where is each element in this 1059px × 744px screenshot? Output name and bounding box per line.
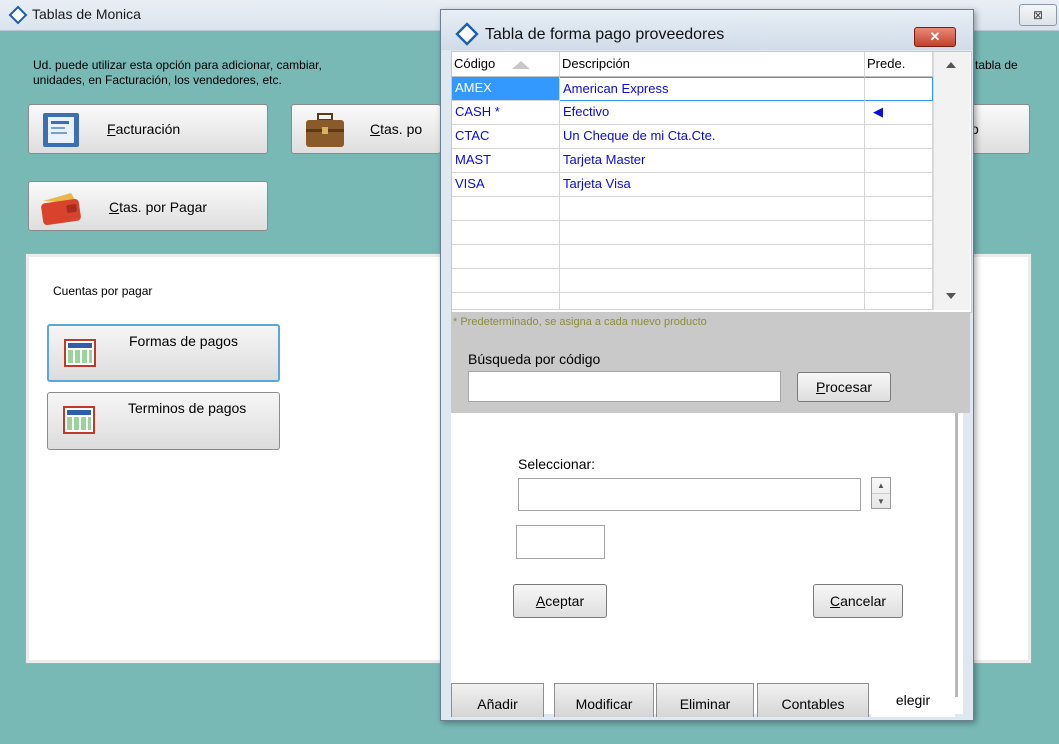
- description-line-1-right: tabla de: [975, 58, 1018, 72]
- grid-rows: AMEX American Express CASH * Efectivo ◀ …: [452, 77, 933, 310]
- cell-codigo: CASH *: [452, 101, 560, 125]
- empty-row: [452, 197, 933, 221]
- dialog-title-bar: Tabla de forma pago proveedores ✕: [441, 10, 973, 50]
- cell-descripcion: Tarjeta Visa: [560, 173, 865, 197]
- main-close-button[interactable]: ⊠: [1019, 4, 1057, 26]
- table-row[interactable]: AMEX American Express: [452, 77, 933, 101]
- empty-row: [452, 269, 933, 293]
- grid-table-icon: [63, 406, 95, 434]
- tab-anadir[interactable]: Añadir: [451, 683, 544, 717]
- description-line-1: Ud. puede utilizar esta opción para adic…: [33, 58, 322, 72]
- cell-descripcion: Tarjeta Master: [560, 149, 865, 173]
- ctas-por-pagar-button[interactable]: Ctas. por Pagar: [28, 181, 268, 231]
- scroll-down-icon[interactable]: [946, 293, 956, 299]
- row-pointer-icon: ◀: [865, 101, 933, 125]
- tab-elegir[interactable]: elegir: [871, 683, 955, 717]
- cell-descripcion: Un Cheque de mi Cta.Cte.: [560, 125, 865, 149]
- cell-prede: [865, 125, 933, 149]
- description-line-2: unidades, en Facturación, los vendedores…: [33, 73, 282, 87]
- invoice-icon: [43, 113, 79, 147]
- ctas-por-pagar-label: Ctas. por Pagar: [109, 199, 208, 215]
- panel-title: Cuentas por pagar: [53, 284, 153, 298]
- search-label: Búsqueda por código: [468, 351, 601, 367]
- terminos-de-pagos-button[interactable]: Terminos de pagos: [47, 392, 280, 450]
- payment-methods-grid[interactable]: Código Descripción Prede. AMEX American …: [451, 51, 972, 313]
- predeterminado-footnote: * Predeterminado, se asigna a cada nuevo…: [453, 316, 707, 328]
- search-code-input[interactable]: [468, 371, 781, 402]
- dialog-client-area: Código Descripción Prede. AMEX American …: [451, 51, 972, 717]
- terminos-de-pagos-label: Terminos de pagos: [128, 400, 247, 416]
- briefcase-icon: [306, 113, 344, 147]
- seleccionar-spinner[interactable]: ▲ ▼: [871, 477, 891, 509]
- main-window-title: Tablas de Monica: [32, 6, 141, 22]
- dialog-title: Tabla de forma pago proveedores: [485, 26, 725, 43]
- spin-up-icon[interactable]: ▲: [872, 478, 890, 494]
- diamond-window-icon: [8, 5, 28, 25]
- table-row[interactable]: MAST Tarjeta Master: [452, 149, 933, 173]
- formas-de-pagos-label: Formas de pagos: [129, 333, 238, 349]
- cell-codigo: AMEX: [452, 77, 560, 101]
- dialog-tabs: Añadir Modificar Eliminar Contables eleg…: [451, 683, 963, 717]
- table-row[interactable]: CTAC Un Cheque de mi Cta.Cte.: [452, 125, 933, 149]
- ctas-por-cobrar-button[interactable]: Ctas. po: [291, 104, 441, 154]
- cell-codigo: CTAC: [452, 125, 560, 149]
- column-header-codigo-label: Código: [454, 56, 496, 71]
- scroll-up-icon[interactable]: [946, 62, 956, 68]
- grid-vertical-scrollbar[interactable]: [933, 52, 970, 310]
- table-row[interactable]: VISA Tarjeta Visa: [452, 173, 933, 197]
- diamond-window-icon: [455, 22, 479, 46]
- cell-prede: [865, 77, 933, 101]
- tab-eliminar[interactable]: Eliminar: [656, 683, 754, 717]
- aceptar-button[interactable]: Aceptar: [513, 584, 607, 618]
- seleccionar-input[interactable]: [518, 478, 861, 511]
- wallet-icon: [41, 193, 81, 225]
- facturacion-label: Facturación: [107, 121, 181, 137]
- facturacion-button[interactable]: Facturación: [28, 104, 268, 154]
- formas-de-pagos-button[interactable]: Formas de pagos: [47, 324, 280, 382]
- column-header-prede[interactable]: Prede.: [865, 52, 933, 77]
- cell-prede: [865, 173, 933, 197]
- grid-table-icon: [64, 339, 96, 367]
- cell-codigo: MAST: [452, 149, 560, 173]
- dialog-close-button[interactable]: ✕: [914, 27, 956, 47]
- cell-descripcion: American Express: [560, 77, 865, 101]
- cell-codigo: VISA: [452, 173, 560, 197]
- ctas-por-cobrar-label: Ctas. po: [370, 121, 423, 137]
- cell-descripcion: Efectivo: [560, 101, 865, 125]
- procesar-button[interactable]: Procesar: [797, 372, 891, 402]
- empty-row: [452, 293, 933, 310]
- cancelar-button[interactable]: Cancelar: [813, 584, 903, 618]
- column-header-codigo[interactable]: Código: [452, 52, 560, 77]
- cell-prede: [865, 149, 933, 173]
- column-header-descripcion[interactable]: Descripción: [560, 52, 865, 77]
- small-value-input[interactable]: [516, 525, 605, 559]
- empty-row: [452, 221, 933, 245]
- forma-pago-dialog: Tabla de forma pago proveedores ✕ Código…: [440, 9, 974, 721]
- seleccionar-label: Seleccionar:: [518, 456, 596, 472]
- tab-modificar[interactable]: Modificar: [554, 683, 654, 717]
- table-row[interactable]: CASH * Efectivo ◀: [452, 101, 933, 125]
- spin-down-icon[interactable]: ▼: [872, 494, 890, 509]
- tab-contables[interactable]: Contables: [757, 683, 869, 717]
- sort-ascending-icon: [512, 61, 530, 69]
- empty-row: [452, 245, 933, 269]
